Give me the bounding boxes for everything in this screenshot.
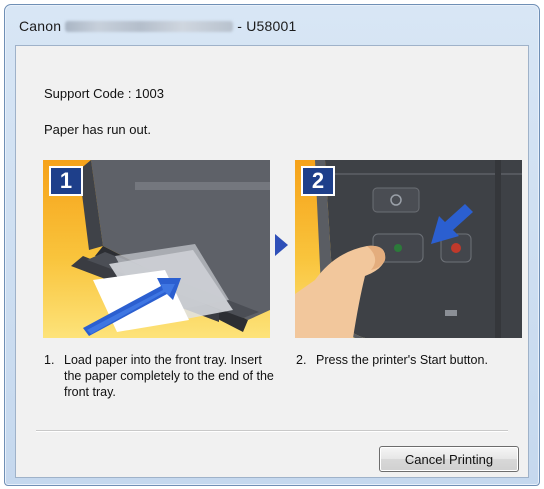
step-2-number: 2.	[296, 353, 307, 367]
step-1-badge: 1	[49, 166, 83, 196]
blurred-model-name	[65, 21, 234, 32]
next-step-arrow-icon	[275, 234, 288, 256]
divider	[36, 430, 508, 432]
dialog-body: Support Code : 1003 Paper has run out. 1	[15, 45, 529, 478]
error-message: Paper has run out.	[44, 122, 151, 137]
step-2-illustration: 2	[295, 160, 522, 338]
title-prefix: Canon	[19, 18, 62, 34]
step-2-badge: 2	[301, 166, 335, 196]
step-1-number: 1.	[44, 353, 55, 367]
error-dialog-window: Canon - U58001 Support Code : 1003 Paper …	[4, 4, 540, 486]
step-2-text: Press the printer's Start button.	[316, 353, 488, 367]
cancel-printing-button[interactable]: Cancel Printing	[379, 446, 519, 472]
step-1-illustration: 1	[43, 160, 270, 338]
window-title: Canon - U58001	[19, 18, 296, 34]
step-1-text: Load paper into the front tray. Insert t…	[64, 353, 274, 399]
title-suffix: - U58001	[237, 18, 297, 34]
title-bar[interactable]: Canon - U58001	[5, 5, 539, 45]
support-code: Support Code : 1003	[44, 86, 164, 101]
